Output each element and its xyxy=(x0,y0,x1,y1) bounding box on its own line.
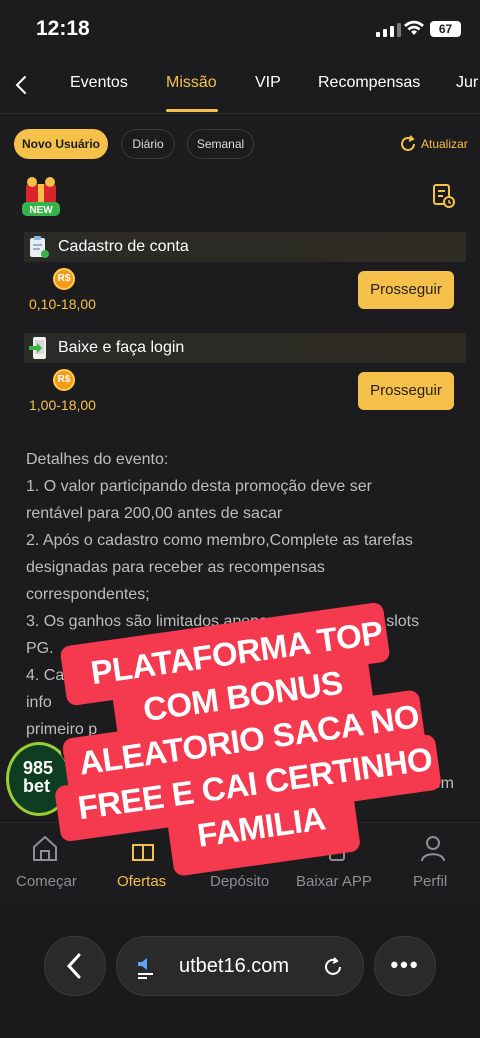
floating-badge-line1: 985 xyxy=(23,758,54,778)
clipboard-check-icon xyxy=(30,236,49,258)
refresh-icon xyxy=(401,135,415,151)
history-document-icon[interactable] xyxy=(432,183,456,209)
new-badge-label: NEW xyxy=(29,205,53,216)
top-navigation: Eventos Missão VIP Recompensas Jur xyxy=(0,56,480,114)
tab-vip[interactable]: VIP xyxy=(255,74,281,92)
address-bar[interactable]: utbet16.com xyxy=(116,936,364,996)
url-text: utbet16.com xyxy=(179,955,290,977)
new-user-gift-icon: NEW xyxy=(22,177,60,216)
task-title: Baixe e faça login xyxy=(58,339,185,356)
task-title: Cadastro de conta xyxy=(58,238,189,255)
details-line: designadas para receber as recompensas xyxy=(26,559,325,576)
details-line: Detalhes do evento: xyxy=(26,451,169,468)
proceed-button[interactable]: Prosseguir xyxy=(358,271,454,309)
filter-novo-usuario[interactable]: Novo Usuário xyxy=(14,129,108,159)
filter-semanal[interactable]: Semanal xyxy=(187,129,254,159)
tab-eventos[interactable]: Eventos xyxy=(70,74,128,92)
battery-icon: 67 xyxy=(430,21,461,37)
details-line: rentável para 200,00 antes de sacar xyxy=(26,505,283,522)
proceed-button[interactable]: Prosseguir xyxy=(358,372,454,410)
reload-icon[interactable] xyxy=(321,955,345,979)
tab-juros[interactable]: Jur xyxy=(456,74,478,92)
caption-overlay: PLATAFORMA TOP COM BONUS ALEATORIO SACA … xyxy=(53,596,444,886)
floating-badge-line2: bet xyxy=(23,776,50,796)
status-bar: 12:18 67 xyxy=(0,0,480,56)
tab-recompensas[interactable]: Recompensas xyxy=(318,74,420,92)
brl-coin-icon: R$ xyxy=(53,369,75,391)
task-row-cadastro: Cadastro de conta xyxy=(24,232,466,262)
status-time: 12:18 xyxy=(36,17,90,40)
cellular-signal-icon xyxy=(376,23,401,37)
download-phone-icon xyxy=(29,337,46,359)
wifi-icon xyxy=(404,20,424,35)
browser-toolbar: utbet16.com ••• xyxy=(0,902,480,1038)
refresh-button[interactable]: Atualizar xyxy=(398,134,468,154)
back-arrow-icon[interactable] xyxy=(10,70,34,100)
speaker-page-icon xyxy=(138,958,153,979)
active-tab-indicator xyxy=(166,109,218,112)
filter-diario[interactable]: Diário xyxy=(121,129,175,159)
chevron-left-icon xyxy=(66,953,81,979)
browser-back-button[interactable] xyxy=(44,936,106,996)
refresh-label: Atualizar xyxy=(421,137,468,151)
details-line: 1. O valor participando desta promoção d… xyxy=(26,478,372,495)
brl-coin-icon: R$ xyxy=(53,268,75,290)
reward-range: 0,10-18,00 xyxy=(29,296,96,312)
tab-missao[interactable]: Missão xyxy=(166,74,217,92)
more-options-button[interactable]: ••• xyxy=(374,936,436,996)
reward-range: 1,00-18,00 xyxy=(29,397,96,413)
task-row-baixe: Baixe e faça login xyxy=(24,333,466,363)
details-line: 2. Após o cadastro como membro,Complete … xyxy=(26,532,413,549)
